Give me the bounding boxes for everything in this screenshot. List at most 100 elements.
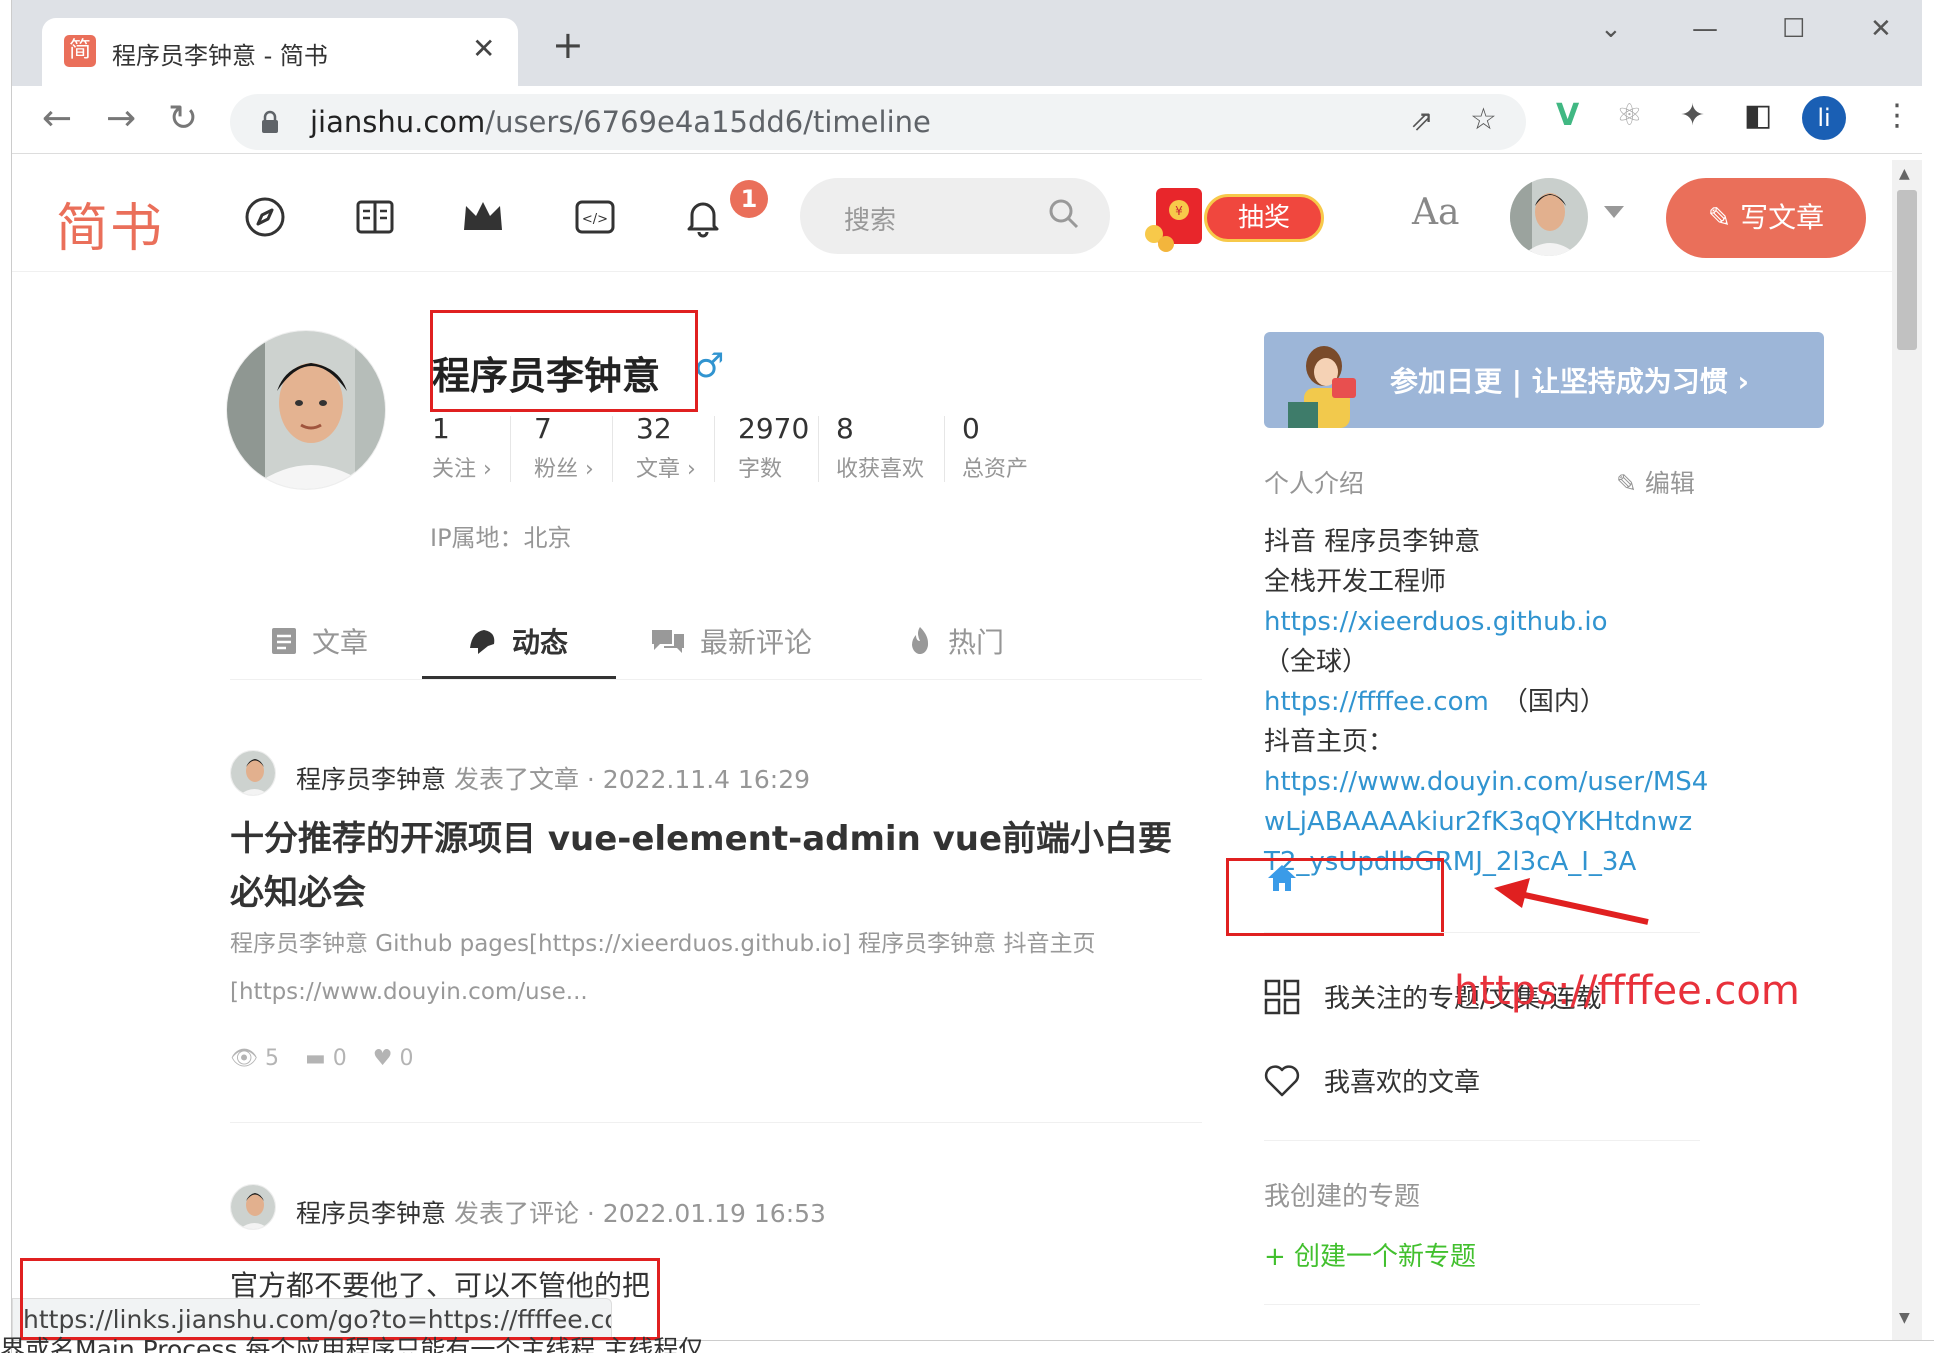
- maximize-icon[interactable]: ☐: [1782, 14, 1805, 44]
- write-article-button[interactable]: ✎ 写文章: [1666, 178, 1866, 258]
- bio-link-note: （国内）: [1488, 687, 1606, 717]
- feed-author-name[interactable]: 程序员李钟意: [296, 765, 446, 794]
- create-topic-link[interactable]: + 创建一个新专题: [1264, 1236, 1476, 1273]
- browser-tab-bar: 简 程序员李钟意 - 简书 ✕ + ⌄ — ☐ ✕: [12, 0, 1922, 86]
- eye-icon: 👁: [230, 1046, 258, 1071]
- feed-author-avatar[interactable]: [230, 750, 276, 796]
- close-window-icon[interactable]: ✕: [1870, 14, 1892, 44]
- feed-item: 程序员李钟意 发表了文章 · 2022.11.4 16:29 十分推荐的开源项目…: [230, 750, 1202, 1080]
- annotation-box-home-link: [1226, 858, 1444, 936]
- stat-number: 0: [962, 412, 980, 445]
- annotation-box-username: [430, 310, 698, 412]
- search-icon[interactable]: [1046, 196, 1082, 232]
- feed-action: 发表了评论 · 2022.01.19 16:53: [453, 1199, 826, 1228]
- discover-compass-icon[interactable]: [242, 194, 288, 240]
- user-menu-caret-icon[interactable]: [1604, 206, 1624, 218]
- comments-icon: [652, 630, 684, 653]
- avatar-photo: [231, 1185, 275, 1229]
- comment-count-value: 0: [332, 1046, 347, 1071]
- svg-text:</>: </>: [582, 212, 608, 227]
- tab-activity[interactable]: 动态: [466, 610, 568, 672]
- sidebar-divider: [1264, 932, 1700, 933]
- lock-icon: [262, 110, 278, 133]
- extensions-icon[interactable]: ✦: [1680, 98, 1705, 133]
- scroll-up-icon[interactable]: ▲: [1899, 166, 1910, 182]
- intro-heading: 个人介绍: [1264, 469, 1365, 498]
- male-gender-icon: ♂: [694, 346, 725, 386]
- stat-divider: [944, 416, 945, 482]
- address-bar[interactable]: jianshu.com/users/6769e4a15dd6/timeline …: [230, 94, 1526, 150]
- svg-text:¥: ¥: [1175, 204, 1183, 218]
- avatar-photo: [1510, 178, 1588, 256]
- bookmark-star-icon[interactable]: ☆: [1470, 102, 1497, 137]
- reload-icon[interactable]: ↻: [168, 98, 198, 139]
- url-host: jianshu.com: [310, 105, 486, 139]
- stat-label: 字数: [738, 457, 783, 482]
- menu-dots-icon[interactable]: ⋮: [1882, 98, 1912, 133]
- lottery-button[interactable]: 抽奖: [1204, 194, 1324, 242]
- stat-followers[interactable]: 7 粉丝 ›: [534, 412, 594, 483]
- edit-intro-button[interactable]: ✎ 编辑: [1616, 464, 1695, 500]
- code-window-icon[interactable]: </>: [572, 194, 618, 240]
- side-panel-icon[interactable]: ◧: [1744, 98, 1772, 133]
- liked-articles-link[interactable]: 我喜欢的文章: [1264, 1062, 1480, 1099]
- bio-line: https://ffffee.com （国内）: [1264, 682, 1704, 722]
- tab-articles[interactable]: 文章: [270, 610, 368, 672]
- crown-icon[interactable]: [460, 194, 506, 240]
- profile-avatar-icon[interactable]: li: [1802, 96, 1846, 140]
- follow-book-icon[interactable]: [352, 194, 398, 240]
- stat-articles[interactable]: 32 文章 ›: [636, 412, 696, 483]
- feed-author-avatar[interactable]: [230, 1184, 276, 1230]
- feed-author-name[interactable]: 程序员李钟意: [296, 1199, 446, 1228]
- stat-divider: [714, 416, 715, 482]
- forward-icon[interactable]: →: [106, 98, 136, 139]
- bio-line: 抖音主页：: [1264, 727, 1395, 757]
- bell-shape-icon: [470, 630, 495, 654]
- tab-title: 程序员李钟意 - 简书: [112, 42, 328, 70]
- bio-link-douyin[interactable]: https://www.douyin.com/user/MS4: [1264, 762, 1708, 802]
- new-tab-icon[interactable]: +: [552, 26, 584, 64]
- font-size-toggle[interactable]: Aa: [1412, 192, 1459, 233]
- user-avatar[interactable]: [1510, 178, 1588, 256]
- bio-link-ffffee[interactable]: https://ffffee.com: [1264, 687, 1489, 717]
- bio-link-github[interactable]: https://xieerduos.github.io: [1264, 607, 1608, 637]
- view-count-value: 5: [264, 1046, 279, 1071]
- profile-avatar[interactable]: [226, 330, 386, 490]
- scrollbar-thumb[interactable]: [1897, 190, 1917, 350]
- grid-icon: [1264, 979, 1300, 1014]
- stat-divider: [818, 416, 819, 482]
- feed-article-title[interactable]: 十分推荐的开源项目 vue-element-admin vue前端小白要必知必会: [230, 812, 1202, 920]
- share-icon[interactable]: ⇗: [1410, 104, 1433, 137]
- screenshot: 简 程序员李钟意 - 简书 ✕ + ⌄ — ☐ ✕ ← → ↻ jianshu.…: [0, 0, 1934, 1353]
- heart-icon: ♥: [372, 1046, 393, 1071]
- tab-hot[interactable]: 热门: [906, 610, 1004, 672]
- lottery-banner[interactable]: ¥ 抽奖: [1142, 188, 1332, 252]
- daily-update-banner[interactable]: 参加日更 | 让坚持成为习惯 ›: [1264, 332, 1824, 428]
- created-topics-heading: 我创建的专题: [1264, 1182, 1421, 1212]
- search-box[interactable]: 搜索: [800, 178, 1110, 254]
- stat-label: 粉丝 ›: [534, 457, 594, 482]
- jianshu-logo[interactable]: 简书: [56, 186, 164, 261]
- tab-search-chevron-icon[interactable]: ⌄: [1600, 14, 1622, 44]
- scroll-down-icon[interactable]: ▼: [1899, 1310, 1910, 1326]
- comment-count[interactable]: ▬ 0: [305, 1046, 347, 1071]
- annotation-watermark: https://ffffee.com: [1454, 968, 1800, 1014]
- stat-assets: 0 总资产: [962, 412, 1028, 483]
- react-devtools-icon[interactable]: ⚛: [1616, 98, 1643, 133]
- jianshu-header: 简书 </> 1 搜索 ¥ 抽奖 Aa ✎ 写文章: [12, 156, 1892, 272]
- vue-devtools-icon[interactable]: V: [1556, 98, 1579, 133]
- tab-latest-comments[interactable]: 最新评论: [650, 610, 812, 672]
- stat-following[interactable]: 1 关注 ›: [432, 412, 492, 483]
- browser-tab[interactable]: 简 程序员李钟意 - 简书 ✕: [42, 18, 518, 86]
- back-icon[interactable]: ←: [42, 98, 72, 139]
- bio-link-douyin[interactable]: wLjABAAAAkiur2fK3qQYKHtdnwz: [1264, 802, 1704, 842]
- notification-bell-icon[interactable]: [680, 194, 726, 240]
- search-input[interactable]: 搜索: [844, 200, 896, 237]
- stat-likes-received: 8 收获喜欢: [836, 412, 924, 483]
- minimize-icon[interactable]: —: [1692, 14, 1718, 44]
- tab-close-icon[interactable]: ✕: [472, 32, 495, 65]
- bio-text: 抖音 程序员李钟意 全栈开发工程师 https://xieerduos.gith…: [1264, 522, 1708, 882]
- page-scrollbar[interactable]: ▲ ▼: [1892, 160, 1922, 1340]
- avatar-photo: [231, 751, 275, 795]
- stat-label: 收获喜欢: [836, 457, 925, 482]
